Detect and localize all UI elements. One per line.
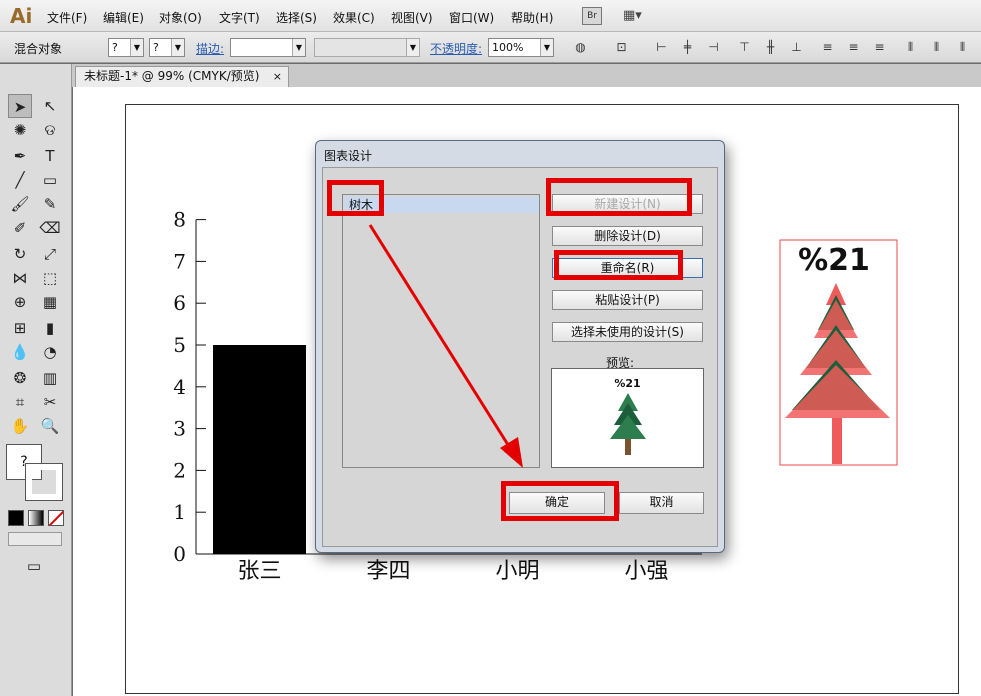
- tree-graphic: [785, 283, 890, 464]
- paste-design-button[interactable]: 粘贴设计(P): [552, 290, 703, 310]
- highlight-box-list-item: [327, 180, 384, 216]
- preview-box: %21: [551, 368, 704, 468]
- highlight-box-rename: [554, 250, 683, 280]
- highlight-box-ok: [501, 481, 619, 521]
- design-list[interactable]: 树木: [342, 194, 540, 468]
- tree-preview-icon: [610, 393, 646, 455]
- tree-object-label: %21: [798, 243, 870, 278]
- delete-design-button[interactable]: 删除设计(D): [552, 226, 703, 246]
- dialog-title: 图表设计: [324, 149, 373, 163]
- select-unused-design-button[interactable]: 选择未使用的设计(S): [552, 322, 703, 342]
- highlight-box-new-design: [546, 178, 692, 216]
- cancel-button[interactable]: 取消: [619, 492, 704, 514]
